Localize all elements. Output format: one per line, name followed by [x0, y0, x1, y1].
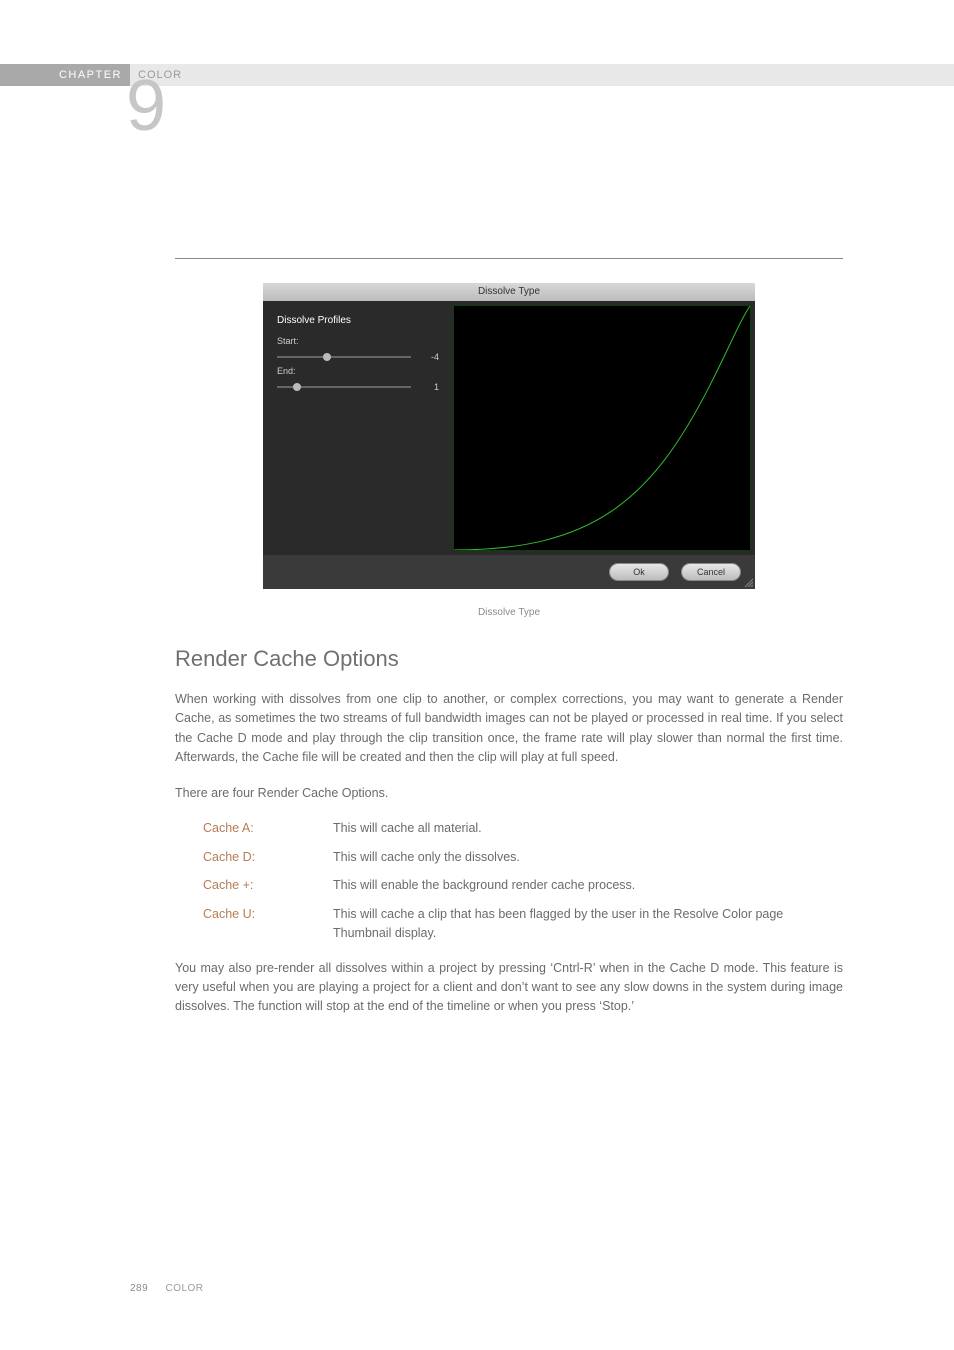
footer-label: COLOR [165, 1283, 203, 1294]
ok-button[interactable]: Ok [609, 563, 669, 581]
resize-handle-icon[interactable] [743, 577, 753, 587]
option-val: This will cache all material. [333, 819, 843, 838]
list-item: Cache U: This will cache a clip that has… [203, 905, 843, 943]
option-key: Cache D: [203, 848, 333, 867]
dialog-body: Dissolve Profiles Start: -4 End: 1 [263, 301, 755, 555]
page-number: 289 [130, 1283, 148, 1294]
end-value: 1 [417, 382, 439, 392]
cancel-button[interactable]: Cancel [681, 563, 741, 581]
start-value: -4 [417, 352, 439, 362]
start-slider-row: -4 [277, 352, 439, 362]
end-slider-row: 1 [277, 382, 439, 392]
divider [175, 258, 843, 259]
list-item: Cache D: This will cache only the dissol… [203, 848, 843, 867]
dialog-title: Dissolve Type [263, 283, 755, 301]
chapter-label: CHAPTER [0, 64, 130, 86]
figure-caption: Dissolve Type [175, 607, 843, 618]
start-slider[interactable] [277, 356, 411, 358]
end-slider[interactable] [277, 386, 411, 388]
list-item: Cache A: This will cache all material. [203, 819, 843, 838]
end-label: End: [277, 366, 439, 376]
paragraph-1: When working with dissolves from one cli… [175, 690, 843, 768]
option-val: This will enable the background render c… [333, 876, 843, 895]
dissolve-type-dialog: Dissolve Type Dissolve Profiles Start: -… [263, 283, 755, 589]
chapter-number: 9 [126, 70, 166, 142]
page-content: Dissolve Type Dissolve Profiles Start: -… [175, 258, 843, 1033]
option-key: Cache +: [203, 876, 333, 895]
option-key: Cache U: [203, 905, 333, 943]
start-label: Start: [277, 336, 439, 346]
paragraph-3: You may also pre-render all dissolves wi… [175, 959, 843, 1017]
option-val: This will cache only the dissolves. [333, 848, 843, 867]
option-val: This will cache a clip that has been fla… [333, 905, 843, 943]
dissolve-curve-graph [453, 305, 751, 551]
dissolve-profiles-panel: Dissolve Profiles Start: -4 End: 1 [263, 301, 453, 555]
paragraph-2: There are four Render Cache Options. [175, 784, 843, 803]
list-item: Cache +: This will enable the background… [203, 876, 843, 895]
option-key: Cache A: [203, 819, 333, 838]
cache-options-list: Cache A: This will cache all material. C… [203, 819, 843, 943]
dissolve-profiles-label: Dissolve Profiles [277, 315, 439, 326]
dialog-footer: Ok Cancel [263, 555, 755, 589]
section-heading: Render Cache Options [175, 646, 843, 672]
page-footer: 289 COLOR [130, 1283, 204, 1294]
